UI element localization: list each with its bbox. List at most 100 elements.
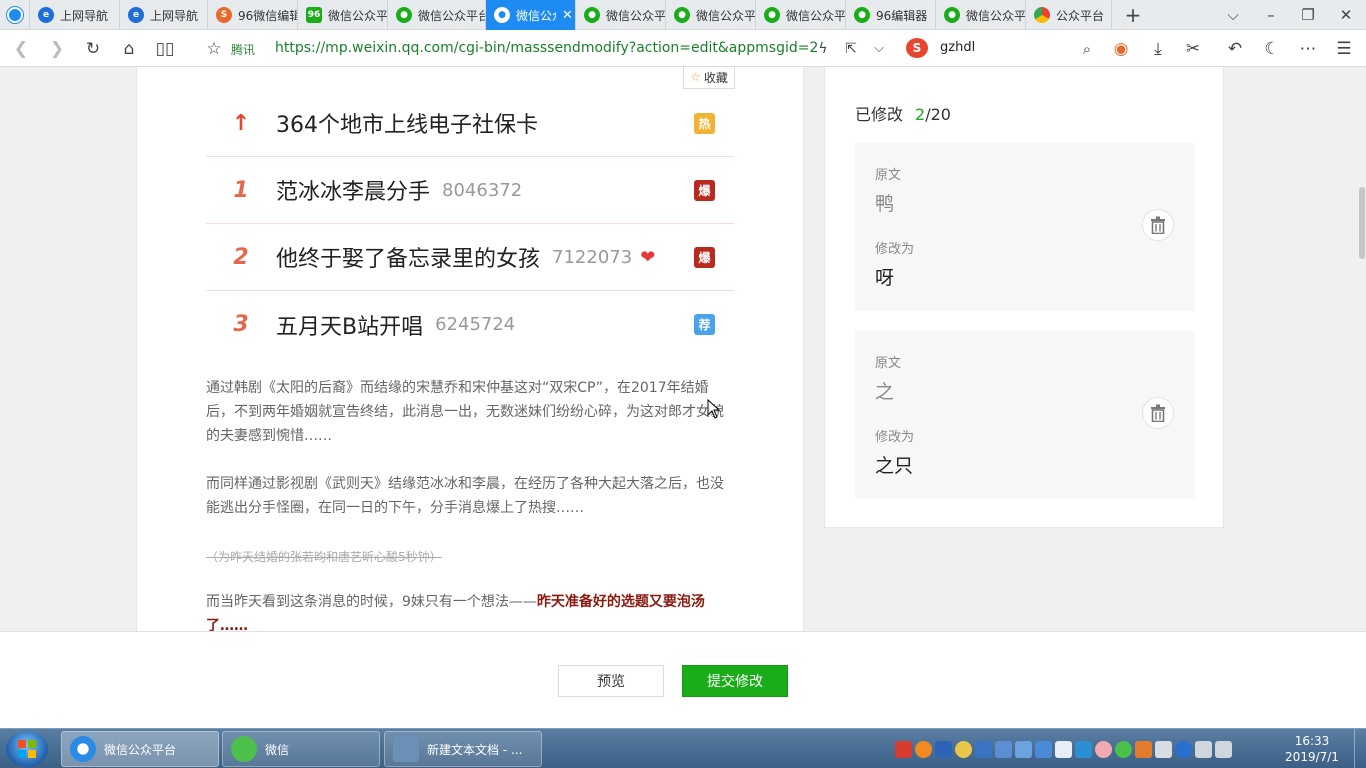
tab-9[interactable]: ● 微信公众平台 — [756, 0, 846, 30]
close-window-icon[interactable]: ✕ — [1329, 0, 1363, 30]
share-icon[interactable]: ⇱ — [836, 30, 866, 67]
search-engine-icon[interactable]: S — [906, 38, 928, 58]
new-tab-plus-icon[interactable]: + — [1116, 0, 1150, 30]
tab-6-active[interactable]: ● 微信公众平台 ✕ — [486, 0, 576, 30]
hot-badge: 热 — [694, 113, 715, 134]
moon-icon[interactable] — [955, 740, 972, 758]
tab-label: 微信公众平台 — [966, 8, 1026, 23]
wechat-tray-icon[interactable] — [1115, 740, 1132, 758]
browser-icon — [70, 736, 96, 762]
tab-3[interactable]: S 96微信编辑器 — [208, 0, 298, 30]
top-arrow-icon: ↑ — [231, 110, 251, 136]
orange-app-icon[interactable] — [915, 740, 932, 758]
m-app-icon[interactable] — [895, 740, 912, 758]
page-scrollbar[interactable] — [1358, 67, 1366, 631]
search-input[interactable]: gzhdl — [940, 40, 975, 55]
screenshot-icon[interactable]: ✂ — [1178, 30, 1208, 67]
trash-icon — [1151, 404, 1165, 422]
night-mode-icon[interactable]: ☾ — [1257, 30, 1287, 67]
speaker-icon[interactable] — [1215, 740, 1232, 758]
original-label: 原文 — [875, 356, 902, 371]
hot-count: 8046372 — [442, 179, 523, 201]
tab-label: 96微信编辑器 — [238, 8, 297, 23]
taskbar-item-wechat[interactable]: 微信 — [222, 731, 380, 767]
wechat-icon: ● — [494, 7, 510, 23]
search-icon[interactable]: ⌕ — [1072, 30, 1102, 67]
game-icon[interactable]: ◉ — [1106, 30, 1136, 67]
star-icon: ☆ — [690, 70, 701, 84]
url-dropdown-icon[interactable]: ⌵ — [864, 30, 894, 67]
article-paragraph: 而当昨天看到这条消息的时候，9妹只有一个想法——昨天准备好的选题又要泡汤了…… — [206, 590, 734, 631]
wechat-icon: ● — [854, 7, 870, 23]
bookmark-star-icon[interactable]: ☆ — [199, 30, 229, 67]
wechat-icon: ● — [674, 7, 690, 23]
tab-bar: e 上网导航 e 上网导航 S 96微信编辑器 96 微信公众平台 ● 微信公众… — [0, 0, 1366, 30]
menu-icon[interactable]: ☰ — [1329, 30, 1359, 67]
tab-4[interactable]: 96 微信公众平台 — [298, 0, 388, 30]
reader-icon[interactable]: ▯▯ — [150, 30, 180, 67]
usb-icon[interactable] — [1155, 740, 1172, 758]
tab-5[interactable]: ● 微信公众平台 — [388, 0, 486, 30]
heart-icon: ❤ — [640, 246, 656, 268]
bluetooth-icon[interactable] — [1175, 740, 1192, 758]
hot-title: 五月天B站开唱 — [276, 314, 424, 340]
modified-to-label: 修改为 — [875, 430, 915, 445]
back-icon[interactable]: ❮ — [6, 30, 36, 67]
system-clock[interactable]: 16:33 2019/7/1 — [1282, 733, 1342, 765]
tab-label: 上网导航 — [60, 8, 109, 23]
notepad-icon — [393, 736, 419, 762]
wechat-icon: ● — [584, 7, 600, 23]
keyboard-icon[interactable] — [995, 740, 1012, 758]
secure-label: 腾讯 — [231, 43, 256, 57]
reload-icon[interactable]: ↻ — [78, 30, 108, 67]
undo-icon[interactable]: ↶ — [1220, 30, 1250, 67]
forward-icon[interactable]: ❯ — [42, 30, 72, 67]
tab-label: 微信公众平台 — [328, 8, 388, 23]
hot-title: 364个地市上线电子社保卡 — [276, 113, 538, 138]
download-icon[interactable]: ⤓ — [1143, 30, 1173, 67]
tab-2[interactable]: e 上网导航 — [120, 0, 208, 30]
ime-tool-icon[interactable] — [1035, 740, 1052, 758]
preview-button[interactable]: 预览 — [558, 665, 664, 697]
modified-counter: 已修改 2/20 — [855, 101, 951, 125]
tab-12[interactable]: 公众平台 — [1026, 0, 1112, 30]
modified-to-label: 修改为 — [875, 242, 915, 257]
tab-label: 微信公众平台 — [606, 8, 666, 23]
url-input[interactable]: https://mp.weixin.qq.com/cgi-bin/masssen… — [275, 40, 818, 56]
qq-icon[interactable] — [1095, 740, 1112, 758]
start-button[interactable] — [6, 731, 48, 767]
tab-7[interactable]: ● 微信公众平台 — [576, 0, 666, 30]
ime-english-icon[interactable] — [935, 740, 952, 758]
home-icon[interactable]: ⌂ — [114, 30, 144, 67]
hot-title: 范冰冰李晨分手 — [276, 180, 431, 205]
show-desktop-button[interactable] — [1354, 729, 1366, 768]
taskbar-item-notepad[interactable]: 新建文本文档 - ... — [384, 731, 542, 767]
maximize-icon[interactable]: ❐ — [1291, 0, 1325, 30]
delete-button[interactable] — [1142, 397, 1174, 429]
ime-dot-icon[interactable] — [975, 740, 992, 758]
shirt-icon[interactable] — [1015, 740, 1032, 758]
pin-icon[interactable] — [1075, 740, 1092, 758]
wechat-icon: ● — [396, 7, 412, 23]
original-value: 鸭 — [875, 193, 895, 215]
tab-11[interactable]: ● 微信公众平台 — [936, 0, 1026, 30]
network-icon[interactable] — [1195, 740, 1212, 758]
tab-close-icon[interactable]: ✕ — [562, 8, 573, 23]
tab-list-icon[interactable]: ⌵ — [1216, 0, 1250, 30]
delete-button[interactable] — [1142, 209, 1174, 241]
volume-icon[interactable] — [1135, 740, 1152, 758]
tab-10[interactable]: ● 96编辑器 — [846, 0, 936, 30]
tab-1[interactable]: e 上网导航 — [30, 0, 120, 30]
tab-8[interactable]: ● 微信公众平台 — [666, 0, 756, 30]
modified-value: 呀 — [875, 267, 895, 289]
note-icon[interactable] — [1055, 740, 1072, 758]
clock-date: 2019/7/1 — [1285, 750, 1339, 764]
browser-logo[interactable] — [0, 0, 30, 30]
favorite-button[interactable]: ☆ 收藏 — [683, 67, 735, 89]
scrollbar-thumb[interactable] — [1359, 187, 1365, 259]
more-icon[interactable]: ⋯ — [1293, 30, 1323, 67]
minimize-icon[interactable]: – — [1254, 0, 1288, 30]
submit-modification-button[interactable]: 提交修改 — [682, 665, 788, 697]
lightning-icon[interactable]: ϟ — [808, 30, 838, 67]
taskbar-item-browser[interactable]: 微信公众平台 — [61, 731, 219, 767]
